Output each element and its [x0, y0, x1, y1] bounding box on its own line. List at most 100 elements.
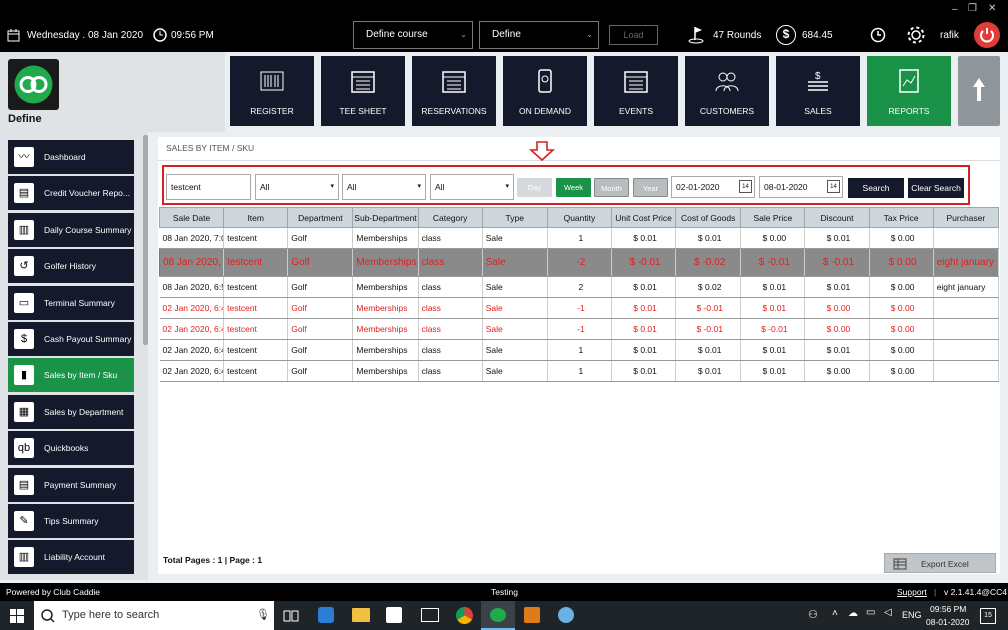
column-header[interactable]: Unit Cost Price	[610, 207, 677, 228]
chrome-icon[interactable]	[456, 607, 473, 624]
department-select[interactable]: All ▾	[255, 174, 339, 200]
table-cell: Sale	[482, 248, 548, 277]
calendar-icon[interactable]: 14	[739, 180, 752, 193]
edge-icon[interactable]	[318, 607, 334, 623]
column-header[interactable]: Item	[223, 207, 289, 228]
sidebar-item-dashboard[interactable]: 〰 Dashboard	[8, 140, 134, 174]
table-row[interactable]: 02 Jan 2020, 6:4 testcent Golf Memberships c…	[159, 297, 1000, 319]
table-row[interactable]: 02 Jan 2020, 6:4 testcent Golf Memberships c…	[159, 318, 1000, 340]
table-cell: testcent	[223, 339, 289, 361]
sidebar-item-liability-account[interactable]: ▥ Liability Account	[8, 540, 134, 575]
tile-tee-sheet[interactable]: TEE SHEET	[321, 56, 405, 126]
sidebar-item-tips-summary[interactable]: ✎ Tips Summary	[8, 504, 134, 538]
month-button[interactable]: Month	[594, 178, 629, 197]
table-cell: $ 0.01	[611, 297, 677, 319]
task-view-icon[interactable]	[283, 609, 299, 623]
category-select[interactable]: All ▾	[430, 174, 514, 200]
battery-icon[interactable]: ▭	[866, 607, 875, 618]
column-header[interactable]: Type	[481, 207, 548, 228]
language-indicator[interactable]: ENG	[902, 610, 922, 620]
sidebar-item-credit-voucher-repo[interactable]: ▤ Credit Voucher Repo...	[8, 176, 134, 211]
table-cell: Sale	[482, 360, 548, 382]
table-cell: $ 0.01	[611, 360, 677, 382]
clear-search-button[interactable]: Clear Search	[908, 178, 964, 198]
search-input[interactable]: testcent	[166, 174, 251, 200]
clubcaddie-taskbar-button[interactable]	[481, 601, 515, 630]
window-close-button[interactable]: ✕	[988, 3, 996, 14]
users-icon	[715, 72, 739, 92]
year-button[interactable]: Year	[633, 178, 668, 197]
sidebar-item-golfer-history[interactable]: ↺ Golfer History	[8, 249, 134, 284]
column-header[interactable]: Sub-Department	[352, 207, 419, 228]
file-explorer-icon[interactable]	[352, 608, 370, 622]
tile-register[interactable]: REGISTER	[230, 56, 314, 126]
table-row[interactable]: 08 Jan 2020, 6:5testcentGolfMembershipsc…	[159, 248, 1000, 277]
table-row[interactable]: 08 Jan 2020, 6:5testcentGolfMembershipsc…	[159, 276, 1000, 298]
from-date-value: 02-01-2020	[676, 182, 720, 192]
column-header[interactable]: Tax Price	[868, 207, 934, 228]
scroll-up-button[interactable]	[958, 56, 1000, 126]
paint-icon[interactable]	[558, 607, 574, 623]
sidebar-scrollbar[interactable]	[143, 135, 148, 345]
restore-button[interactable]: ❐	[968, 3, 977, 14]
column-header[interactable]: Department	[287, 207, 354, 228]
tile-sales[interactable]: $ SALES	[776, 56, 860, 126]
notification-icon[interactable]: 15	[980, 608, 996, 624]
taskbar-time[interactable]: 09:56 PM	[930, 604, 966, 614]
minimize-button[interactable]: –	[952, 4, 958, 15]
mail-icon[interactable]	[421, 608, 439, 622]
windows-start-icon[interactable]	[10, 609, 24, 623]
subdepartment-select[interactable]: All ▾	[342, 174, 426, 200]
store-icon[interactable]	[386, 607, 402, 623]
table-cell: Golf	[287, 339, 354, 361]
table-row[interactable]: 02 Jan 2020, 6:4 testcent Golf Memberships c…	[159, 339, 1000, 361]
calendar-icon	[351, 71, 375, 93]
sidebar-item-cash-payout-summary[interactable]: $ Cash Payout Summary	[8, 322, 134, 356]
tile-reservations[interactable]: RESERVATIONS	[412, 56, 496, 126]
sidebar-item-payment-summary[interactable]: ▤ Payment Summary	[8, 467, 134, 502]
power-button[interactable]	[974, 22, 1000, 48]
taskbar-search[interactable]: Type here to search 🎙	[34, 601, 274, 630]
sidebar-item-terminal-summary[interactable]: ▭ Terminal Summary	[8, 285, 134, 320]
speaker-icon[interactable]: ◁	[884, 607, 892, 618]
cloud-icon[interactable]: ☁	[848, 608, 858, 619]
course-select[interactable]: Define course ⌄	[353, 21, 473, 49]
column-header[interactable]: Category	[417, 207, 483, 228]
day-button[interactable]: Day	[517, 178, 552, 197]
search-button[interactable]: Search	[848, 178, 904, 198]
taskbar-date[interactable]: 08-01-2020	[926, 617, 969, 627]
chevron-down-icon: ▾	[330, 183, 334, 190]
microphone-icon[interactable]: 🎙	[256, 601, 270, 630]
sidebar-item-sales-by-department[interactable]: ▦ Sales by Department	[8, 394, 134, 429]
define-select[interactable]: Define ⌄	[479, 21, 599, 49]
table-row[interactable]: 02 Jan 2020, 6:4 testcent Golf Memberships c…	[159, 360, 1000, 382]
column-header[interactable]: Sale Date	[158, 207, 225, 228]
week-button[interactable]: Week	[556, 178, 591, 197]
table-row[interactable]: 08 Jan 2020, 7:0 testcent Golf Memberships c…	[159, 227, 1000, 249]
sidebar-item-sales-by-item-sku[interactable]: ▮ Sales by Item / Sku	[8, 358, 134, 393]
column-header[interactable]: Quantity	[546, 207, 612, 228]
column-header[interactable]: Cost of Goods	[675, 207, 742, 228]
calendar-icon[interactable]: 14	[827, 180, 840, 193]
export-excel-button[interactable]: Export Excel	[884, 553, 996, 573]
sidebar-item-quickbooks[interactable]: qb Quickbooks	[8, 431, 134, 466]
column-header[interactable]: Sale Price	[740, 207, 806, 228]
table-cell: $ 0.01	[740, 339, 806, 361]
support-link[interactable]: Support	[897, 587, 927, 597]
tile-on-demand[interactable]: ON DEMAND	[503, 56, 587, 126]
table-cell: $ -0.01	[611, 248, 677, 277]
column-header[interactable]: Discount	[804, 207, 870, 228]
table-cell: 02 Jan 2020, 6:4	[159, 297, 225, 319]
people-icon[interactable]: ⚇	[808, 608, 818, 621]
load-button[interactable]: Load	[609, 25, 658, 45]
timer-icon[interactable]	[870, 27, 886, 43]
tile-customers[interactable]: CUSTOMERS	[685, 56, 769, 126]
gear-icon[interactable]	[906, 25, 926, 45]
current-time: 09:56 PM	[171, 30, 214, 41]
tile-events[interactable]: EVENTS	[594, 56, 678, 126]
sublime-icon[interactable]	[524, 607, 540, 623]
sidebar-item-daily-course-summary[interactable]: ▥ Daily Course Summary	[8, 212, 134, 247]
chevron-up-icon[interactable]: ˄	[832, 608, 838, 619]
column-header[interactable]: Purchaser	[932, 207, 1000, 228]
tile-reports[interactable]: REPORTS	[867, 56, 951, 126]
